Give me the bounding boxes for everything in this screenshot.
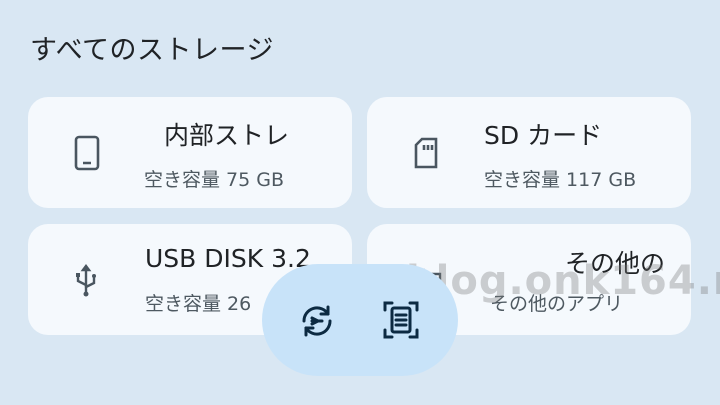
storage-free-space: 空き容量 26 (145, 293, 252, 315)
section-title: すべてのストレージ (30, 35, 274, 66)
sync-icon[interactable] (298, 302, 336, 344)
storage-name: SD カード (484, 121, 603, 150)
storage-card-internal[interactable]: 内部ストレ 空き容量 75 GB (28, 97, 352, 208)
storage-name: 内部ストレ (164, 121, 290, 150)
floating-action-bar (262, 264, 458, 376)
phone-icon (74, 135, 100, 175)
document-scanner-icon[interactable] (382, 300, 420, 344)
storage-name: USB DISK 3.2 (145, 244, 311, 273)
storage-free-space: 空き容量 75 GB (144, 169, 285, 191)
usb-icon (74, 264, 98, 302)
storage-free-space: 空き容量 117 GB (484, 169, 637, 191)
storage-card-sd[interactable]: SD カード 空き容量 117 GB (367, 97, 691, 208)
sd-card-icon (412, 137, 440, 173)
